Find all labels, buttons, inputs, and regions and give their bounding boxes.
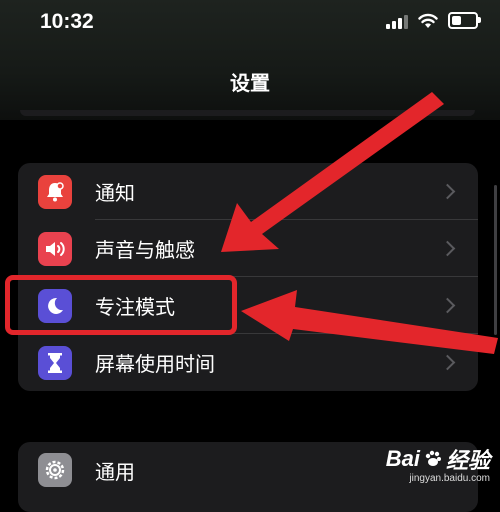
annotation-arrows <box>221 92 498 354</box>
watermark-url: jingyan.baidu.com <box>409 473 490 484</box>
arrow-to-focus <box>241 290 498 354</box>
watermark-brand: Bai <box>385 446 420 471</box>
arrow-to-sounds <box>221 92 444 252</box>
watermark: Bai 经验 jingyan.baidu.com <box>386 443 490 484</box>
paw-icon <box>425 450 441 466</box>
watermark-brand-2: 经验 <box>445 448 490 473</box>
